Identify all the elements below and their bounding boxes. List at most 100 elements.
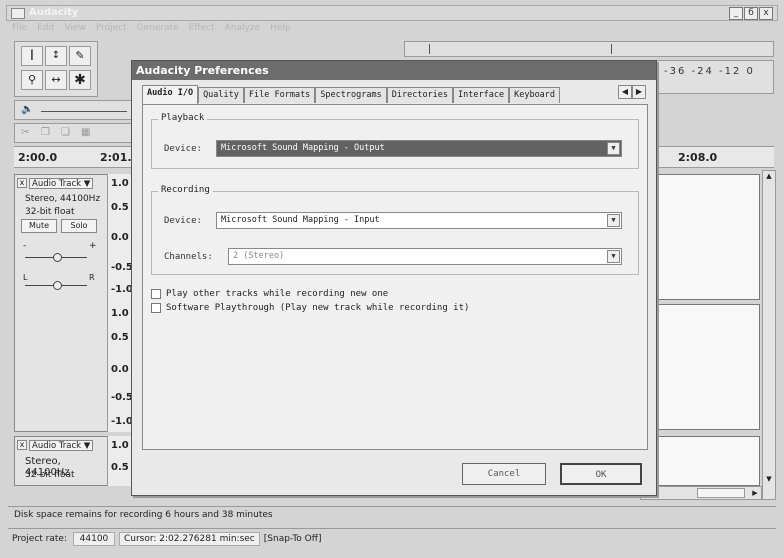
project-rate-combo[interactable]: 44100 (72, 531, 115, 546)
playback-group: Playback Device: Microsoft Sound Mapping… (151, 113, 639, 169)
playback-legend: Playback (158, 113, 208, 123)
menu-file[interactable]: File (12, 23, 27, 39)
pan-slider-knob[interactable] (53, 281, 62, 290)
scroll-down-icon[interactable]: ▼ (764, 475, 774, 485)
ruler-label: 2:08.0 (678, 151, 718, 164)
tab-file-formats[interactable]: File Formats (243, 87, 316, 103)
vertical-scrollbar[interactable]: ▲ ▼ (762, 170, 776, 500)
minimize-button[interactable]: _ (729, 7, 743, 20)
scale-label: 1.0 (111, 440, 129, 451)
track-amplitude-scale: 1.0 0.5 0.0 -0.5 -1.0 1.0 0.5 0.0 -0.5 -… (107, 174, 133, 432)
tab-directories[interactable]: Directories (386, 87, 454, 103)
cut-icon[interactable]: ✂ (21, 127, 29, 138)
pan-right-label: R (89, 273, 95, 282)
track-name-menu[interactable]: Audio Track ▼ (29, 177, 94, 189)
scale-label: 1.0 (111, 178, 129, 189)
tab-scroll-right-icon[interactable]: ▶ (632, 85, 646, 99)
scale-label: 0.5 (111, 462, 129, 473)
tab-scroll-arrows: ◀ ▶ (618, 85, 646, 99)
paste-icon[interactable]: ❑ (61, 127, 70, 138)
playback-device-select[interactable]: Microsoft Sound Mapping - Output ▼ (216, 140, 622, 157)
ruler-label: 2:01. (100, 151, 132, 164)
audio-io-panel: Playback Device: Microsoft Sound Mapping… (142, 104, 648, 450)
scale-label: -0.5 (111, 392, 133, 403)
zoom-tool-icon[interactable]: ⚲ (21, 70, 43, 90)
tab-quality[interactable]: Quality (198, 87, 244, 103)
audacity-logo-icon (11, 8, 25, 19)
horizontal-scrollbar[interactable]: ▶ (640, 486, 762, 500)
waveform-channel[interactable] (656, 436, 760, 486)
speaker-icon: 🔈 (21, 104, 34, 115)
recording-group: Recording Device: Microsoft Sound Mappin… (151, 185, 639, 275)
maximize-button[interactable]: б (744, 7, 758, 20)
chevron-down-icon[interactable]: ▼ (607, 250, 620, 263)
tab-scroll-left-icon[interactable]: ◀ (618, 85, 632, 99)
track-name-menu[interactable]: Audio Track ▼ (29, 439, 94, 451)
scale-label: 0.0 (111, 232, 129, 243)
menu-bar: File Edit View Project Generate Effect A… (6, 23, 291, 39)
gain-slider-knob[interactable] (53, 253, 62, 262)
channels-label: Channels: (164, 252, 213, 262)
tab-keyboard[interactable]: Keyboard (509, 87, 561, 103)
gain-minus: - (23, 241, 27, 251)
ok-button[interactable]: OK (560, 463, 642, 485)
tab-interface[interactable]: Interface (453, 87, 510, 103)
menu-project[interactable]: Project (96, 23, 127, 39)
waveform-channel-right[interactable] (656, 304, 760, 430)
pan-left-label: L (23, 273, 28, 282)
tab-audio-io[interactable]: Audio I/O (142, 85, 199, 104)
play-other-tracks-checkbox[interactable]: Play other tracks while recording new on… (151, 289, 388, 299)
software-playthrough-checkbox[interactable]: Software Playthrough (Play new track whi… (151, 303, 469, 313)
output-volume-slider[interactable] (41, 111, 127, 112)
preferences-dialog: Audacity Preferences Audio I/O Quality F… (131, 60, 657, 496)
cancel-button[interactable]: Cancel (462, 463, 546, 485)
track-header: x Audio Track ▼ (17, 439, 94, 451)
menu-analyze[interactable]: Analyze (225, 23, 260, 39)
chevron-down-icon[interactable]: ▼ (607, 214, 620, 227)
tools-toolbar: I ↕ ✎ ⚲ ↔ ✱ (14, 41, 98, 97)
menu-effect[interactable]: Effect (189, 23, 215, 39)
track-control-panel: x Audio Track ▼ Stereo, 44100Hz 32-bit f… (14, 174, 108, 432)
chevron-down-icon[interactable]: ▼ (607, 142, 620, 155)
tab-spectrograms[interactable]: Spectrograms (315, 87, 387, 103)
recording-device-select[interactable]: Microsoft Sound Mapping - Input ▼ (216, 212, 622, 229)
dialog-title: Audacity Preferences (132, 61, 656, 80)
cursor-position: Cursor: 2:02.276281 min:sec (118, 531, 260, 546)
track-close-button[interactable]: x (17, 178, 27, 188)
scroll-right-icon[interactable]: ▶ (749, 487, 761, 499)
scale-label: -1.0 (111, 416, 133, 427)
track-control-panel: x Audio Track ▼ Stereo, 44100Hz 32-bit f… (14, 436, 108, 486)
preferences-tabs: Audio I/O Quality File Formats Spectrogr… (142, 85, 561, 104)
checkbox-box[interactable] (151, 303, 161, 313)
scroll-up-icon[interactable]: ▲ (764, 172, 774, 182)
channels-select[interactable]: 2 (Stereo) ▼ (228, 248, 622, 265)
multi-tool-icon[interactable]: ✱ (69, 70, 91, 90)
track-header: x Audio Track ▼ (17, 177, 94, 189)
project-rate-label: Project rate: (12, 533, 67, 544)
waveform-channel-left[interactable] (656, 174, 760, 300)
software-playthrough-label: Software Playthrough (Play new track whi… (166, 303, 470, 313)
app-title: Audacity (29, 7, 79, 18)
scroll-thumb[interactable] (697, 488, 745, 498)
menu-generate[interactable]: Generate (137, 23, 179, 39)
draw-tool-icon[interactable]: ✎ (69, 46, 91, 66)
track-close-button[interactable]: x (17, 440, 27, 450)
menu-edit[interactable]: Edit (37, 23, 54, 39)
scale-label: 0.5 (111, 202, 129, 213)
checkbox-box[interactable] (151, 289, 161, 299)
close-button[interactable]: x (759, 7, 773, 20)
envelope-tool-icon[interactable]: ↕ (45, 46, 67, 66)
mute-button[interactable]: Mute (21, 219, 57, 233)
meter-toolbar-top (404, 41, 774, 57)
selection-tool-icon[interactable]: I (21, 46, 43, 66)
menu-view[interactable]: View (65, 23, 86, 39)
solo-button[interactable]: Solo (61, 219, 97, 233)
copy-icon[interactable]: ❐ (41, 127, 50, 138)
scale-label: 0.0 (111, 364, 129, 375)
app-title-bar: Audacity _ б x (6, 5, 778, 21)
gain-plus: + (89, 241, 97, 251)
recording-device-label: Device: (164, 216, 202, 226)
menu-help[interactable]: Help (270, 23, 291, 39)
time-shift-tool-icon[interactable]: ↔ (45, 70, 67, 90)
trim-icon[interactable]: ▦ (81, 127, 90, 138)
